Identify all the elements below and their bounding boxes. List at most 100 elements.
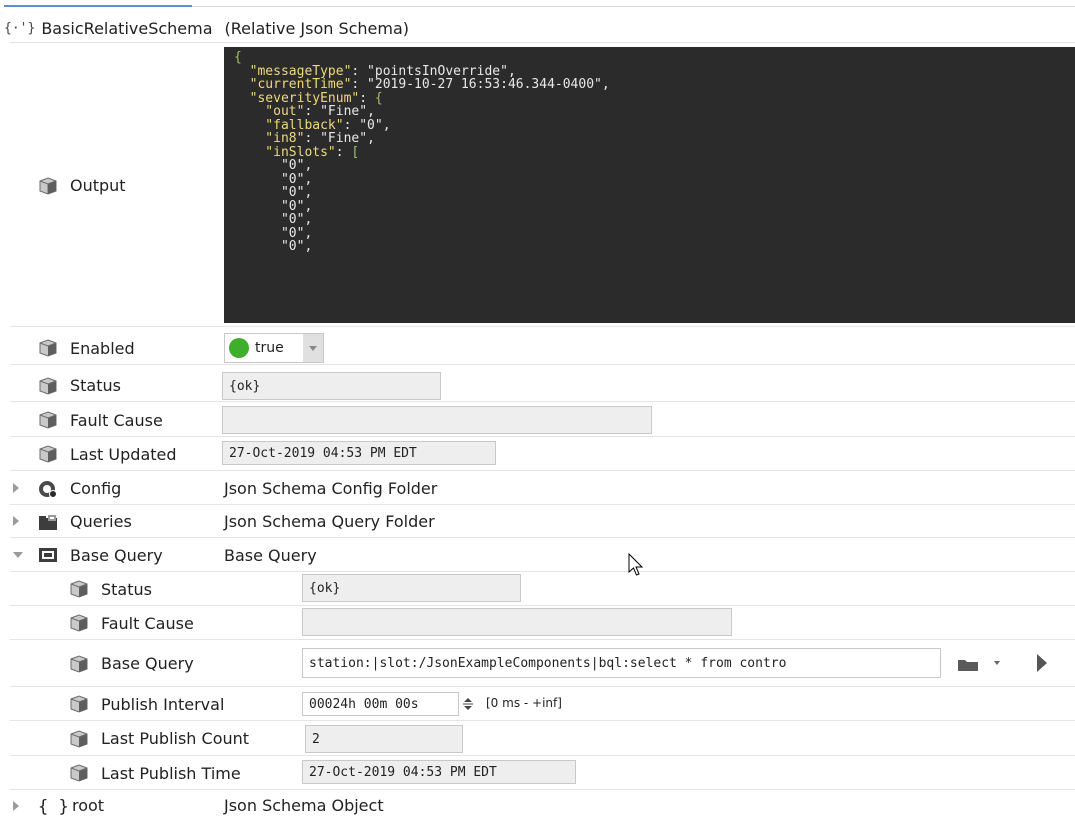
code-line: "currentTime": "2019-10-27 16:53:46.344-…: [234, 78, 1075, 92]
slot-cube-icon: [38, 411, 58, 429]
property-row-publish-interval: Publish Interval 00024h 00m 00s [0 ms - …: [0, 687, 1075, 721]
slot-cube-icon: [69, 614, 89, 632]
code-line: "fallback": "0",: [234, 118, 1075, 133]
property-row-base-query[interactable]: Base Query Base Query: [0, 538, 1075, 572]
property-row-root[interactable]: { } root Json Schema Object: [0, 790, 1075, 821]
expand-arrow-icon[interactable]: [13, 516, 19, 526]
code-token: "0",: [234, 239, 313, 254]
slot-cube-icon: [38, 339, 58, 357]
property-label: Last Publish Time: [101, 763, 241, 783]
folder-icon[interactable]: [957, 657, 978, 671]
property-label: Status: [101, 579, 152, 599]
code-line: "0",: [234, 226, 1075, 241]
slot-cube-icon: [69, 695, 89, 713]
property-row-base-query-status: Status {ok}: [0, 572, 1075, 606]
property-label: Config: [70, 479, 122, 498]
property-label: Last Publish Count: [101, 729, 250, 748]
property-label: Queries: [70, 512, 132, 531]
property-row-last-updated: Last Updated 27-Oct-2019 04:53 PM EDT: [0, 437, 1075, 471]
header-divider: [10, 42, 1075, 43]
slot-cube-icon: [69, 764, 89, 782]
code-line: "0",: [234, 159, 1075, 173]
property-label: Output: [70, 176, 126, 195]
last-publish-count-field: 2: [305, 725, 463, 753]
property-row-fault-cause: Fault Cause: [0, 403, 1075, 437]
mouse-cursor-icon: [628, 552, 646, 583]
property-row-enabled: Enabled true: [0, 331, 1075, 365]
component-name: BasicRelativeSchema: [41, 18, 213, 38]
code-line: "out": "Fine",: [234, 105, 1075, 119]
code-line: "0",: [234, 199, 1075, 214]
tab-strip: [0, 0, 1075, 8]
code-line: "0",: [234, 186, 1075, 200]
property-label: root: [72, 796, 105, 815]
slot-cube-icon: [38, 445, 58, 463]
fault-cause-field: [222, 406, 652, 434]
slot-cube-icon: [69, 580, 89, 598]
code-token: :: [335, 144, 352, 160]
queries-folder-icon: [38, 513, 58, 531]
enabled-value: true: [255, 340, 284, 356]
component-type: (Relative Json Schema): [224, 18, 410, 38]
property-label: Fault Cause: [70, 410, 163, 430]
base-query-fault-cause-field: [302, 608, 732, 636]
chevron-down-icon[interactable]: [303, 334, 323, 362]
property-label: Base Query: [101, 654, 194, 673]
collapse-arrow-icon[interactable]: [13, 552, 23, 558]
property-label: Enabled: [70, 338, 135, 358]
slot-cube-icon: [38, 176, 58, 195]
enabled-status-dot: [229, 338, 249, 358]
json-object-icon: { }: [38, 796, 69, 817]
base-query-icon: [38, 546, 58, 564]
property-row-base-query-ord: Base Query station:|slot:/JsonExampleCom…: [0, 640, 1075, 687]
root-value: Json Schema Object: [224, 796, 384, 815]
code-line: "in8": "Fine",: [234, 132, 1075, 146]
code-token: [: [351, 144, 360, 160]
property-row-queries[interactable]: Queries Json Schema Query Folder: [0, 505, 1075, 538]
expand-arrow-icon[interactable]: [13, 483, 19, 493]
base-query-value: Base Query: [224, 545, 317, 565]
property-label: Last Updated: [70, 444, 177, 464]
queries-value: Json Schema Query Folder: [224, 512, 435, 531]
last-publish-time-field: 27-Oct-2019 04:53 PM EDT: [302, 760, 576, 784]
slot-cube-icon: [38, 376, 58, 395]
property-sheet-header: {·'} BasicRelativeSchema (Relative Json …: [0, 13, 1075, 43]
code-line: "messageType": "pointsInOverride",: [234, 64, 1075, 79]
code-line: {: [234, 51, 1075, 65]
tab-strip-divider: [192, 6, 1075, 7]
active-tab-indicator[interactable]: [4, 5, 192, 7]
property-row-status: Status {ok}: [0, 369, 1075, 402]
expand-arrow-icon[interactable]: [13, 801, 19, 811]
slot-cube-icon: [69, 729, 89, 748]
publish-interval-range: [0 ms - +inf]: [486, 696, 562, 710]
code-line: "inSlots": [: [234, 144, 1075, 160]
chevron-down-icon[interactable]: [994, 661, 1000, 665]
config-folder-icon: [38, 480, 58, 498]
last-updated-field: 27-Oct-2019 04:53 PM EDT: [222, 441, 496, 465]
property-row-base-query-fault-cause: Fault Cause: [0, 606, 1075, 640]
enabled-select[interactable]: true: [224, 333, 324, 363]
base-query-input[interactable]: station:|slot:/JsonExampleComponents|bql…: [302, 648, 941, 678]
property-label: Publish Interval: [101, 694, 225, 714]
output-json-viewer[interactable]: { "messageType": "pointsInOverride", "cu…: [224, 47, 1075, 323]
slot-cube-icon: [69, 654, 89, 673]
publish-interval-input[interactable]: 00024h 00m 00s: [302, 692, 459, 716]
property-row-last-publish-time: Last Publish Time 27-Oct-2019 04:53 PM E…: [0, 756, 1075, 790]
property-row-config[interactable]: Config Json Schema Config Folder: [0, 472, 1075, 505]
spinner-icon[interactable]: [462, 696, 474, 712]
code-line: "0",: [234, 172, 1075, 187]
status-field: {ok}: [222, 372, 441, 400]
property-label: Status: [70, 376, 121, 395]
base-query-status-field: {ok}: [302, 574, 521, 602]
property-row-last-publish-count: Last Publish Count 2: [0, 721, 1075, 756]
property-label: Fault Cause: [101, 613, 194, 633]
code-line: "severityEnum": {: [234, 90, 1075, 106]
play-icon[interactable]: [1037, 654, 1047, 672]
code-token: : "2019-10-27 16:53:46.344-0400",: [351, 77, 610, 92]
relative-json-schema-icon: {·'}: [4, 20, 36, 36]
code-line: "0",: [234, 213, 1075, 227]
property-label: Base Query: [70, 545, 163, 565]
code-line: "0",: [234, 240, 1075, 254]
config-value: Json Schema Config Folder: [224, 479, 438, 498]
code-token: {: [374, 90, 383, 106]
